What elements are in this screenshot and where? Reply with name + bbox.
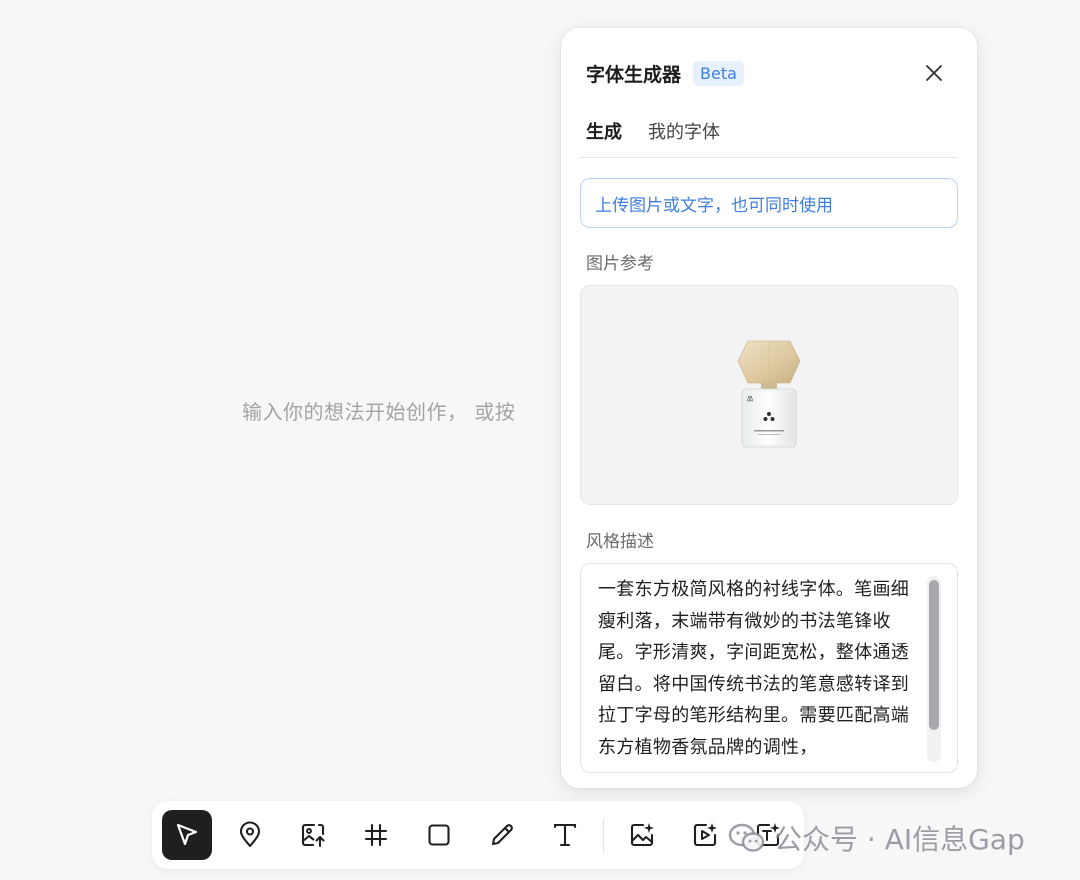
style-description-text: 一套东方极简风格的衬线字体。笔画细瘦利落，末端带有微妙的书法笔锋收尾。字形清爽，… (598, 579, 910, 758)
beta-badge: Beta (693, 60, 744, 86)
image-sparkle-icon (630, 823, 654, 847)
pin-tool[interactable] (225, 810, 275, 860)
text-tool[interactable] (540, 810, 590, 860)
frame-tool[interactable] (351, 810, 401, 860)
ai-video-tool[interactable] (680, 810, 730, 860)
select-tool[interactable] (162, 810, 212, 860)
hash-frame-icon (364, 823, 388, 847)
cursor-arrow-icon (176, 823, 198, 846)
design-canvas[interactable]: 输入你的想法开始创作， 或按 字体生成器 Beta 生成 我的字体 上传图片或文… (0, 0, 1080, 880)
image-upload-icon (301, 823, 325, 848)
tab-my-fonts[interactable]: 我的字体 (642, 114, 726, 157)
close-button[interactable] (922, 61, 946, 85)
toolbar-divider (603, 818, 604, 852)
image-upload-tool[interactable] (288, 810, 338, 860)
watermark: 公众号 · AI信息Gap (728, 818, 1025, 858)
ai-image-tool[interactable] (617, 810, 667, 860)
text-t-icon (553, 823, 577, 847)
style-description-label: 风格描述 (586, 532, 654, 552)
font-generator-panel: 字体生成器 Beta 生成 我的字体 上传图片或文字，也可同时使用 图片参考 品… (561, 28, 977, 788)
pencil-icon (491, 824, 513, 846)
square-icon (428, 824, 450, 846)
panel-tabs: 生成 我的字体 (580, 114, 958, 158)
wechat-icon (728, 823, 765, 852)
upload-field[interactable]: 上传图片或文字，也可同时使用 (580, 178, 958, 228)
svg-text:品: 品 (747, 396, 753, 403)
tab-generate[interactable]: 生成 (580, 114, 628, 157)
rectangle-tool[interactable] (414, 810, 464, 860)
image-reference-box[interactable]: 品 (580, 285, 958, 505)
video-sparkle-icon (693, 823, 717, 847)
close-icon (926, 65, 942, 81)
map-pin-icon (239, 821, 261, 848)
canvas-prompt-hint: 输入你的想法开始创作， 或按 (242, 400, 516, 424)
panel-header: 字体生成器 Beta (586, 58, 952, 88)
style-scrollbar-thumb[interactable] (929, 580, 939, 730)
pen-tool[interactable] (477, 810, 527, 860)
watermark-text: 公众号 · AI信息Gap (774, 823, 1025, 856)
reference-image-perfume-bottle: 品 (737, 340, 801, 448)
panel-title: 字体生成器 (586, 63, 682, 86)
bottom-toolbar (152, 801, 804, 869)
style-description-textarea[interactable]: 一套东方极简风格的衬线字体。笔画细瘦利落，末端带有微妙的书法笔锋收尾。字形清爽，… (580, 563, 958, 773)
image-reference-label: 图片参考 (586, 254, 654, 274)
style-scrollbar[interactable] (927, 576, 941, 762)
